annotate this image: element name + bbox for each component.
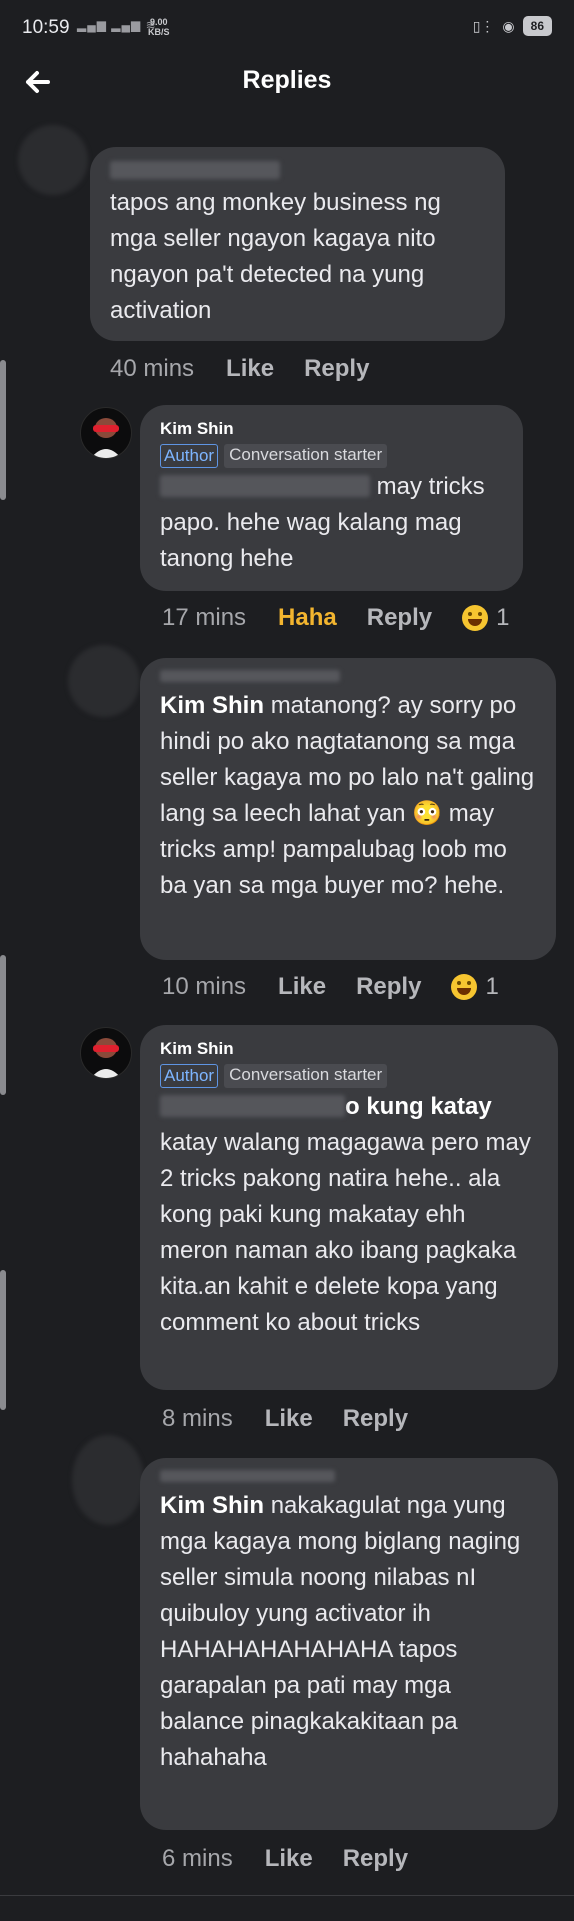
reaction-count: 1 — [496, 604, 510, 631]
redacted-mention — [160, 1095, 345, 1117]
status-right: ▯⋮ ◉ 86 — [473, 16, 552, 36]
like-button[interactable]: Like — [265, 1405, 313, 1433]
scroll-indicator — [0, 360, 6, 500]
comment-bubble[interactable]: tapos ang monkey business ng mga seller … — [90, 147, 505, 341]
reaction-summary[interactable]: 1 — [451, 973, 499, 1001]
like-button[interactable]: Like — [278, 973, 326, 1001]
comment-text: Kim Shin matanong? ay sorry po hindi po … — [160, 692, 535, 899]
comment-actions: 40 mins Like Reply — [110, 355, 399, 383]
comment-text: o kung katay katay walang magagawa pero … — [160, 1093, 531, 1336]
conversation-starter-badge: Conversation starter — [224, 444, 388, 468]
author-badge: Author — [160, 1064, 219, 1088]
comment-bubble[interactable]: Kim Shin nakakagulat nga yung mga kagaya… — [140, 1458, 558, 1830]
reply-button[interactable]: Reply — [343, 1845, 408, 1873]
signal-icon: ▂▄▆ ▂▄▆ ≋ — [77, 18, 157, 32]
comment-actions: 10 mins Like Reply 1 — [162, 973, 499, 1001]
avatar-image — [91, 418, 121, 458]
reply-button[interactable]: Reply — [367, 604, 432, 632]
comment-bubble[interactable]: Kim Shin Author Conversation starter o k… — [140, 1025, 558, 1390]
reaction-summary[interactable]: 1 — [462, 604, 509, 632]
comment-actions: 17 mins Haha Reply 1 — [162, 604, 509, 632]
haha-emoji-icon — [462, 605, 489, 631]
status-time: 10:59 — [22, 17, 70, 38]
redacted-commenter-name — [160, 670, 340, 682]
badges: Author Conversation starter — [160, 444, 503, 468]
bottom-bar — [0, 1895, 574, 1921]
comment-actions: 6 mins Like Reply — [162, 1845, 438, 1873]
reply-button[interactable]: Reply — [304, 355, 369, 383]
avatar-image — [91, 1038, 121, 1078]
mention[interactable]: Kim Shin — [160, 1492, 264, 1519]
scroll-indicator — [0, 1270, 6, 1410]
battery-icon: 86 — [522, 16, 552, 36]
commenter-name[interactable]: Kim Shin — [160, 419, 503, 439]
comment-time: 40 mins — [110, 355, 195, 382]
avatar[interactable] — [68, 645, 140, 717]
comment-text: may tricks papo. hehe wag kalang mag tan… — [160, 473, 485, 572]
comment-time: 8 mins — [162, 1405, 233, 1432]
haha-emoji-icon — [451, 974, 478, 1000]
haha-reaction-button[interactable]: Haha — [278, 604, 337, 632]
comment-actions: 8 mins Like Reply — [162, 1405, 438, 1433]
mention[interactable]: Kim Shin — [160, 692, 264, 719]
vibrate-icon: ▯⋮ — [472, 17, 495, 34]
reply-button[interactable]: Reply — [356, 973, 421, 1001]
badges: Author Conversation starter — [160, 1064, 538, 1088]
comment-text: tapos ang monkey business ng mga seller … — [110, 189, 441, 324]
comment-time: 17 mins — [162, 604, 247, 631]
network-speed: 9.00 KB/S — [148, 17, 170, 37]
comment-bubble[interactable]: Kim Shin Author Conversation starter may… — [140, 405, 523, 591]
reaction-count: 1 — [485, 973, 499, 1000]
author-badge: Author — [160, 444, 219, 468]
avatar[interactable] — [80, 407, 132, 459]
redacted-mention — [160, 475, 370, 497]
like-button[interactable]: Like — [226, 355, 274, 383]
reply-button[interactable]: Reply — [343, 1405, 408, 1433]
lock-icon: ◉ — [502, 17, 515, 34]
comment-bubble[interactable]: Kim Shin matanong? ay sorry po hindi po … — [140, 658, 556, 960]
conversation-starter-badge: Conversation starter — [224, 1064, 388, 1088]
commenter-name[interactable]: Kim Shin — [160, 1039, 538, 1059]
page-title: Replies — [242, 66, 332, 94]
redacted-commenter-name — [110, 161, 280, 179]
avatar[interactable] — [72, 1435, 144, 1525]
status-bar: 10:59 ▂▄▆ ▂▄▆ ≋ 9.00 KB/S ▯⋮ ◉ 86 — [0, 0, 574, 58]
comment-time: 10 mins — [162, 973, 247, 1000]
comment-time: 6 mins — [162, 1845, 233, 1872]
comment-text: Kim Shin nakakagulat nga yung mga kagaya… — [160, 1492, 521, 1771]
like-button[interactable]: Like — [265, 1845, 313, 1873]
redacted-commenter-name — [160, 1470, 335, 1482]
avatar[interactable] — [80, 1027, 132, 1079]
app-bar: Replies — [0, 58, 574, 108]
scroll-indicator — [0, 955, 6, 1095]
avatar[interactable] — [18, 125, 88, 195]
